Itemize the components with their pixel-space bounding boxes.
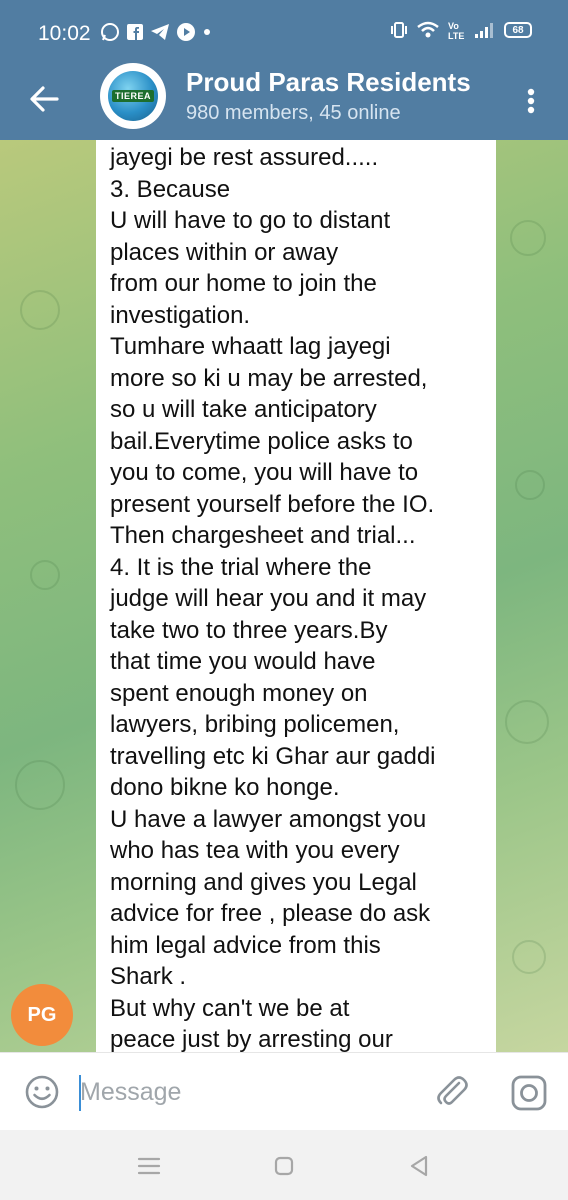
message-line: spent enough money on <box>110 679 368 707</box>
attach-button[interactable] <box>434 1073 472 1111</box>
message-line: 3. Because <box>110 175 231 203</box>
emoji-icon <box>25 1075 59 1109</box>
message-line: Tumhare whaatt lag jayegi <box>110 333 391 360</box>
system-icons: Vo LTE 68 <box>390 20 532 40</box>
message-line: lawyers, bribing policemen, <box>110 711 400 738</box>
notification-icons <box>100 22 212 42</box>
background-doodle <box>515 470 545 500</box>
message-line: Shark . <box>110 963 187 990</box>
message-line: Then chargesheet and trial... <box>110 522 416 549</box>
background-doodle <box>20 290 60 330</box>
message-bubble[interactable]: jayegi be rest assured..... 3. Because U w… <box>96 140 496 1052</box>
background-doodle <box>30 560 60 590</box>
back-button[interactable] <box>24 79 64 119</box>
back-nav-button[interactable] <box>405 1152 433 1180</box>
vibrate-icon <box>390 20 408 40</box>
message-line: present yourself before the IO. <box>110 490 435 518</box>
message-line: judge will hear you and it may <box>110 585 427 612</box>
home-button[interactable] <box>270 1152 298 1180</box>
background-doodle <box>15 760 65 810</box>
background-doodle <box>512 940 546 974</box>
message-line: travelling etc ki Ghar aur gaddi <box>110 742 436 770</box>
message-line: jayegi be rest assured..... <box>110 144 379 171</box>
status-time: 10:02 <box>38 22 91 45</box>
back-arrow-icon <box>30 86 59 112</box>
message-line: more so ki u may be arrested, <box>110 364 428 392</box>
message-line: But why can't we be at <box>110 994 350 1022</box>
wifi-icon <box>416 20 440 40</box>
globe-logo-icon: TIEREA <box>108 71 158 121</box>
camera-button[interactable] <box>510 1074 548 1112</box>
message-line: places within or away <box>110 238 339 266</box>
chat-subtitle: 980 members, 45 online <box>186 102 401 124</box>
whatsapp-icon <box>100 22 120 42</box>
message-line: 4. It is the trial where the <box>110 553 372 581</box>
message-line: advice for free , please do ask <box>110 900 431 927</box>
back-triangle-icon <box>410 1155 428 1177</box>
youtube-icon <box>176 22 196 42</box>
facebook-icon <box>126 23 144 41</box>
message-line: U have a lawyer amongst you <box>110 805 427 833</box>
chat-header: TIEREA Proud Paras Residents 980 members… <box>0 62 568 140</box>
chat-background: jayegi be rest assured..... 3. Because U w… <box>0 140 568 1052</box>
more-options-button[interactable] <box>516 81 546 121</box>
battery-indicator: 68 <box>504 22 532 38</box>
message-line: dono bikne ko honge. <box>110 774 340 801</box>
sender-initials: PG <box>27 1003 57 1026</box>
sender-avatar[interactable]: PG <box>11 984 73 1046</box>
volte-icon: Vo LTE <box>448 20 466 40</box>
recents-button[interactable] <box>135 1152 163 1180</box>
home-icon <box>274 1156 294 1176</box>
group-avatar[interactable]: TIEREA <box>100 63 166 129</box>
message-composer <box>0 1052 568 1130</box>
message-line: investigation. <box>110 301 251 329</box>
message-line: from our home to join the <box>110 270 377 297</box>
message-line: so u will take anticipatory <box>110 396 377 423</box>
signal-icon <box>474 21 496 39</box>
message-line: take two to three years.By <box>110 616 388 644</box>
avatar-logo-text: TIEREA <box>111 90 154 102</box>
emoji-button[interactable] <box>24 1074 60 1110</box>
status-bar: 10:02 Vo LTE 68 <box>0 0 568 62</box>
svg-text:LTE: LTE <box>448 31 464 40</box>
message-line: morning and gives you Legal <box>110 868 417 896</box>
camera-icon <box>511 1075 547 1111</box>
message-line: bail.Everytime police asks to <box>110 427 413 455</box>
message-line: you to come, you will have to <box>110 459 419 486</box>
telegram-icon <box>150 23 170 41</box>
message-line: that time you would have <box>110 648 376 675</box>
message-text: jayegi be rest assured..... 3. Because U w… <box>110 142 490 1052</box>
message-line: him legal advice from this <box>110 931 381 959</box>
dot-icon <box>202 27 212 37</box>
system-nav-bar <box>0 1130 568 1200</box>
paperclip-icon <box>437 1076 468 1105</box>
message-input[interactable] <box>80 1073 410 1111</box>
message-line: who has tea with you every <box>110 837 400 864</box>
more-vert-icon <box>527 88 535 114</box>
svg-text:Vo: Vo <box>448 21 459 31</box>
message-line: U will have to go to distant <box>110 207 391 234</box>
background-doodle <box>505 700 549 744</box>
background-doodle <box>510 220 546 256</box>
chat-title[interactable]: Proud Paras Residents <box>186 67 471 98</box>
menu-icon <box>137 1157 161 1175</box>
message-line: peace just by arresting our <box>110 1026 393 1052</box>
